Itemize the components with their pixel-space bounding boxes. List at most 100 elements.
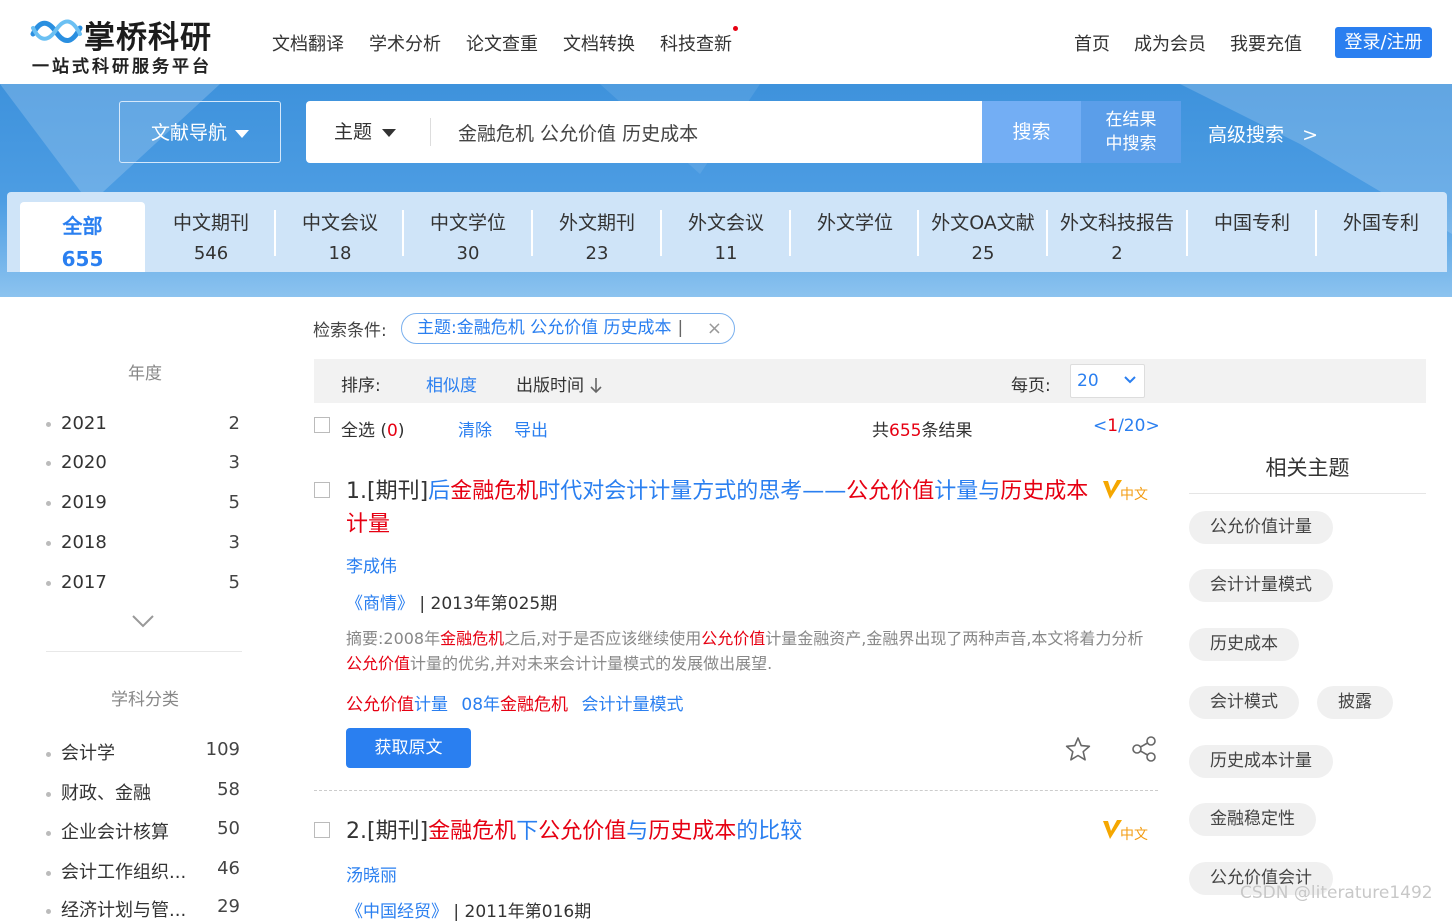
select-all-label[interactable]: 全选 (0) xyxy=(341,416,405,441)
keyword-link[interactable]: 会计计量模式 xyxy=(581,695,683,715)
tab-foreign-degree[interactable]: 外文学位 xyxy=(791,192,919,272)
year-filter-item[interactable]: 2020 3 xyxy=(46,452,242,473)
search-condition-tag[interactable]: 主题:金融危机 公允价值 历史成本 | × xyxy=(401,313,735,344)
doc-type-tabs: 全部 655 中文期刊 546 中文会议 18 中文学位 30 外文期刊 23 … xyxy=(7,192,1447,272)
related-topic-chip[interactable]: 历史成本 xyxy=(1189,628,1299,661)
tab-foreign-report[interactable]: 外文科技报告 2 xyxy=(1048,192,1186,272)
condition-text: 主题:金融危机 公允价值 历史成本 xyxy=(417,318,672,338)
tab-count: 655 xyxy=(61,247,104,271)
nav-recharge[interactable]: 我要充值 xyxy=(1230,30,1302,56)
sidebar-divider xyxy=(46,651,242,652)
subject-filter-item[interactable]: 会计学 109 xyxy=(46,739,242,765)
related-topic-chip[interactable]: 公允价值计量 xyxy=(1189,511,1333,544)
journal-link[interactable]: 《中国经贸》 xyxy=(346,902,448,922)
tab-foreign-journal[interactable]: 外文期刊 23 xyxy=(533,192,661,272)
search-in-results-line2: 中搜索 xyxy=(1105,134,1157,154)
year-filter-item[interactable]: 2018 3 xyxy=(46,532,242,553)
tab-cn-journal[interactable]: 中文期刊 546 xyxy=(147,192,275,272)
sort-by-relevance[interactable]: 相似度 xyxy=(426,371,477,396)
title-highlight: 公允价值 xyxy=(846,479,935,504)
literature-nav-button[interactable]: 文献导航 xyxy=(119,101,281,163)
tab-label: 中国专利 xyxy=(1213,212,1290,234)
subject-filter-item[interactable]: 经济计划与管... 29 xyxy=(46,896,242,922)
bullet-icon xyxy=(46,870,51,876)
per-page-select[interactable]: 20 xyxy=(1070,364,1145,398)
search-button[interactable]: 搜索 xyxy=(982,101,1081,163)
tab-label: 外文学位 xyxy=(816,212,893,234)
result-checkbox[interactable] xyxy=(314,482,330,498)
title-highlight: 历史成本 xyxy=(648,819,737,844)
subject-filter-item[interactable]: 财政、金融 58 xyxy=(46,779,242,805)
title-highlight: 计量 xyxy=(346,512,391,537)
year-count: 5 xyxy=(228,572,240,593)
subject-label: 会计学 xyxy=(61,743,115,764)
advanced-search-link[interactable]: 高级搜索 > xyxy=(1208,120,1318,147)
search-in-results-button[interactable]: 在结果 中搜索 xyxy=(1081,101,1181,163)
result-title[interactable]: 1.[期刊]后金融危机时代对会计计量方式的思考——公允价值计量与历史成本计量 xyxy=(346,475,1091,541)
related-topic-chip[interactable]: 金融稳定性 xyxy=(1189,803,1316,836)
related-topic-chip[interactable]: 历史成本计量 xyxy=(1189,745,1333,778)
subject-count: 46 xyxy=(217,858,240,879)
search-input[interactable] xyxy=(458,101,958,163)
search-box: 主题 xyxy=(306,101,982,163)
tab-count: 18 xyxy=(328,243,352,264)
subject-filter-item[interactable]: 会计工作组织... 46 xyxy=(46,858,242,884)
sort-by-date[interactable]: 出版时间 xyxy=(516,371,603,396)
export-link[interactable]: 导出 xyxy=(514,416,548,441)
total-suffix: 条结果 xyxy=(921,421,973,441)
year-filter-item[interactable]: 2017 5 xyxy=(46,572,242,593)
clear-selection-link[interactable]: 清除 xyxy=(458,416,492,441)
nav-novelty[interactable]: 科技查新 xyxy=(660,26,738,56)
tab-count: 23 xyxy=(585,243,609,264)
related-topic-chip[interactable]: 会计模式 xyxy=(1189,686,1299,719)
nav-home[interactable]: 首页 xyxy=(1074,30,1110,56)
journal-link[interactable]: 《商情》 xyxy=(346,594,414,614)
get-fulltext-button[interactable]: 获取原文 xyxy=(346,728,471,768)
nav-member[interactable]: 成为会员 xyxy=(1134,30,1206,56)
main-nav: 文档翻译 学术分析 论文查重 文档转换 科技查新 xyxy=(272,26,757,56)
login-button[interactable]: 登录/注册 xyxy=(1335,27,1432,58)
tab-cn-conference[interactable]: 中文会议 18 xyxy=(276,192,404,272)
tab-cn-degree[interactable]: 中文学位 30 xyxy=(404,192,532,272)
keyword-part: 会计计量模式 xyxy=(581,695,684,715)
keyword-link[interactable]: 公允价值计量 xyxy=(346,695,448,715)
result-author[interactable]: 李成伟 xyxy=(346,552,397,577)
bullet-icon xyxy=(46,791,51,797)
result-checkbox[interactable] xyxy=(314,822,330,838)
result-author[interactable]: 汤晓丽 xyxy=(346,861,397,886)
result-index: 2.[期刊] xyxy=(346,819,429,844)
nav-analysis[interactable]: 学术分析 xyxy=(369,30,441,56)
keyword-highlight: 金融危机 xyxy=(500,695,569,715)
tab-foreign-conference[interactable]: 外文会议 11 xyxy=(662,192,790,272)
keyword-link[interactable]: 08年金融危机 xyxy=(461,695,568,715)
nav-plagiarism[interactable]: 论文查重 xyxy=(466,30,538,56)
favorite-star-icon[interactable] xyxy=(1065,736,1091,762)
select-all-checkbox[interactable] xyxy=(314,417,330,433)
related-topic-chip[interactable]: 披露 xyxy=(1317,686,1393,719)
site-logo[interactable]: 掌桥科研 一站式科研服务平台 xyxy=(30,10,230,77)
bullet-icon xyxy=(46,540,51,546)
close-icon[interactable]: × xyxy=(707,314,722,343)
expand-chevron-down-icon[interactable] xyxy=(131,613,155,629)
share-icon[interactable] xyxy=(1130,735,1158,763)
pager-prev[interactable]: < xyxy=(1093,416,1107,436)
bullet-icon xyxy=(46,460,51,466)
related-topic-chip[interactable]: 会计计量模式 xyxy=(1189,569,1333,602)
subject-count: 29 xyxy=(217,896,240,917)
subject-filter-item[interactable]: 企业会计核算 50 xyxy=(46,818,242,844)
result-title[interactable]: 2.[期刊]金融危机下公允价值与历史成本的比较 xyxy=(346,815,1091,848)
nav-convert[interactable]: 文档转换 xyxy=(563,30,635,56)
tab-foreign-oa[interactable]: 外文OA文献 25 xyxy=(919,192,1047,272)
tab-foreign-patent[interactable]: 外国专利 xyxy=(1317,192,1445,272)
select-all-text: 全选 xyxy=(341,421,375,441)
nav-translate[interactable]: 文档翻译 xyxy=(272,30,344,56)
year-filter-item[interactable]: 2021 2 xyxy=(46,413,242,434)
tab-all[interactable]: 全部 655 xyxy=(20,202,145,272)
tab-cn-patent[interactable]: 中国专利 xyxy=(1188,192,1316,272)
year-filter-item[interactable]: 2019 5 xyxy=(46,492,242,513)
search-type-select[interactable]: 主题 xyxy=(334,101,397,163)
subject-count: 58 xyxy=(217,779,240,800)
condition-separator: | xyxy=(677,318,684,338)
pager-rest[interactable]: /20> xyxy=(1118,416,1160,436)
pager[interactable]: <1/20> xyxy=(1093,416,1160,436)
